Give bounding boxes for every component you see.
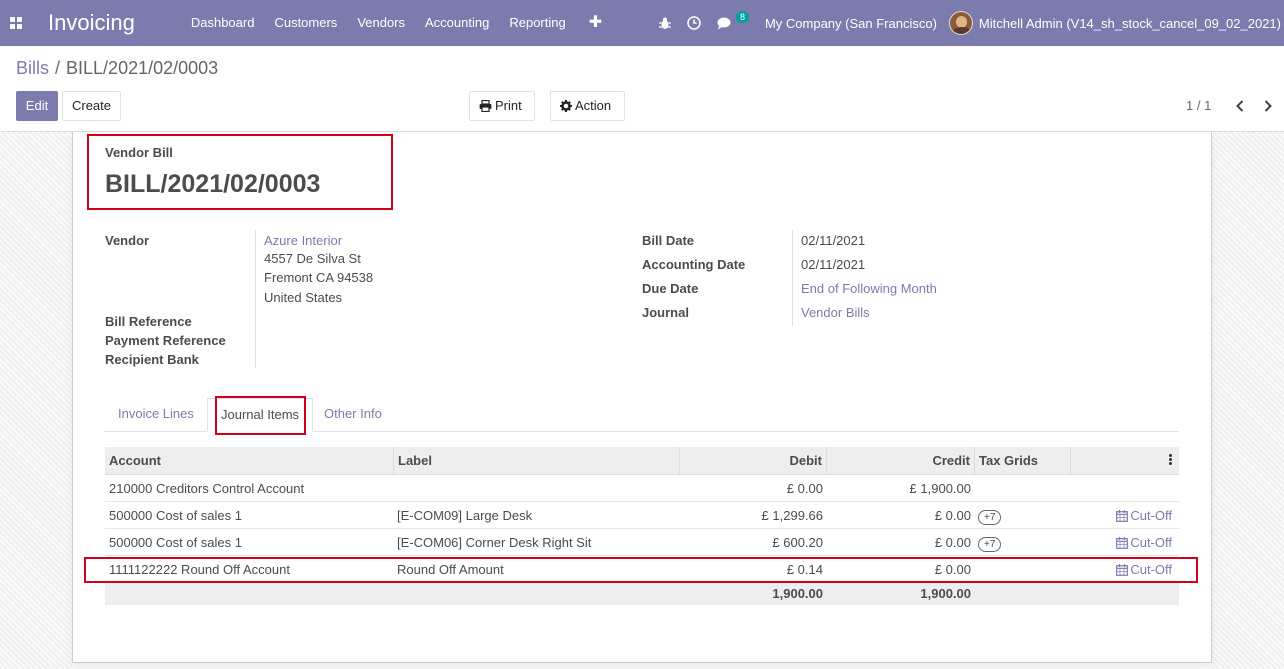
highlight-box-round-off-row [84,557,1198,583]
vendor-address-line2: Fremont CA 94538 [264,270,374,285]
print-label: Print [495,98,522,113]
pager-value[interactable]: 1 / 1 [1186,98,1211,113]
pager-next-icon[interactable] [1259,96,1277,116]
calendar-icon [1116,537,1129,549]
row-credit: £ 0.00 [934,508,971,523]
vendor-name-link[interactable]: Azure Interior [264,233,342,248]
gear-icon [560,100,572,112]
table-footer-totals: 1,900.00 1,900.00 [105,583,1179,605]
vendor-divider [255,230,256,368]
breadcrumb-bills[interactable]: Bills [16,58,49,78]
journal-label: Journal [642,305,689,320]
tax-grid-tag[interactable]: +7 [978,510,1002,525]
due-date-label: Due Date [642,281,699,296]
recipient-bank-label: Recipient Bank [105,352,199,367]
cutoff-button[interactable]: Cut-Off [1116,508,1172,523]
table-row[interactable]: 500000 Cost of sales 1 [E-COM09] Large D… [105,502,1179,529]
user-name: Mitchell Admin (V14_sh_stock_cancel_09_0… [978,15,1281,31]
total-credit: 1,900.00 [920,586,971,601]
company-switcher[interactable]: My Company (San Francisco) [749,16,949,31]
edit-button[interactable]: Edit [16,91,58,121]
row-label [394,475,680,501]
vendor-address-line3: United States [264,290,343,305]
header-tax-grids[interactable]: Tax Grids [975,447,1071,474]
column-options-icon[interactable] [1071,447,1179,474]
cutoff-button[interactable]: Cut-Off [1116,535,1172,550]
document-type: Vendor Bill [105,145,173,160]
tax-grid-tag[interactable]: +7 [978,537,1002,552]
header-debit[interactable]: Debit [680,447,827,474]
action-button[interactable]: Action [550,91,625,121]
chat-count-badge: 8 [735,11,749,23]
vendor-address-line1: 4557 De Silva St [264,251,361,266]
journal-link[interactable]: Vendor Bills [801,305,870,320]
menu-customers[interactable]: Customers [264,0,347,46]
top-navbar: Invoicing Dashboard Customers Vendors Ac… [0,0,1284,46]
row-debit: £ 1,299.66 [761,508,823,523]
user-menu[interactable]: Mitchell Admin (V14_sh_stock_cancel_09_0… [948,11,1284,35]
payment-reference-label: Payment Reference [105,333,226,348]
document-name: BILL/2021/02/0003 [105,170,321,198]
plus-icon[interactable]: ✚ [576,0,615,46]
row-account: 210000 Creditors Control Account [109,481,305,496]
date-divider [792,230,793,326]
row-debit: £ 0.00 [786,481,823,496]
main-menu: Dashboard Customers Vendors Accounting R… [181,0,615,46]
sheet-background-right [1212,132,1284,669]
row-credit: £ 1,900.00 [909,481,971,496]
row-label: [E-COM09] Large Desk [397,508,533,523]
vendor-label: Vendor [105,233,150,248]
row-account: 500000 Cost of sales 1 [109,535,242,550]
action-label: Action [575,98,612,113]
pager-previous-icon[interactable] [1231,96,1249,116]
calendar-icon [1116,510,1129,522]
header-account[interactable]: Account [105,447,394,474]
table-row[interactable]: 210000 Creditors Control Account £ 0.00 … [105,475,1179,502]
menu-reporting[interactable]: Reporting [499,0,575,46]
create-button[interactable]: Create [62,91,121,121]
apps-menu-icon[interactable] [0,0,32,46]
bill-date-value: 02/11/2021 [801,233,866,248]
avatar [948,11,973,35]
tab-invoice-lines[interactable]: Invoice Lines [105,398,207,432]
table-header: Account Label Debit Credit Tax Grids [105,447,1179,475]
header-label[interactable]: Label [394,447,680,474]
bill-date-label: Bill Date [642,233,695,248]
header-credit[interactable]: Credit [827,447,975,474]
app-title[interactable]: Invoicing [48,10,135,36]
sheet-background-left [0,132,72,669]
control-panel: Bills / BILL/2021/02/0003 Edit Create Prin… [0,46,1284,132]
menu-accounting[interactable]: Accounting [415,0,499,46]
menu-vendors[interactable]: Vendors [347,0,415,46]
accounting-date-value: 02/11/2021 [801,257,866,272]
due-date-link[interactable]: End of Following Month [801,281,937,296]
total-debit: 1,900.00 [772,586,823,601]
row-credit: £ 0.00 [934,535,971,550]
accounting-date-label: Accounting Date [642,257,746,272]
breadcrumb-current: BILL/2021/02/0003 [66,58,219,78]
menu-dashboard[interactable]: Dashboard [181,0,265,46]
breadcrumb: Bills / BILL/2021/02/0003 [16,58,219,78]
print-button[interactable]: Print [469,91,535,121]
printer-icon [479,99,492,113]
row-account: 500000 Cost of sales 1 [109,508,242,523]
row-debit: £ 600.20 [772,535,823,550]
chat-icon[interactable]: 8 [709,0,749,46]
bill-reference-label: Bill Reference [105,314,192,329]
table-row[interactable]: 500000 Cost of sales 1 [E-COM06] Corner … [105,529,1179,556]
row-label: [E-COM06] Corner Desk Right Sit [397,535,592,550]
clock-icon[interactable] [679,0,709,46]
bug-icon[interactable] [651,0,679,46]
highlight-box-tab [215,396,306,435]
tab-other-info[interactable]: Other Info [311,398,395,432]
